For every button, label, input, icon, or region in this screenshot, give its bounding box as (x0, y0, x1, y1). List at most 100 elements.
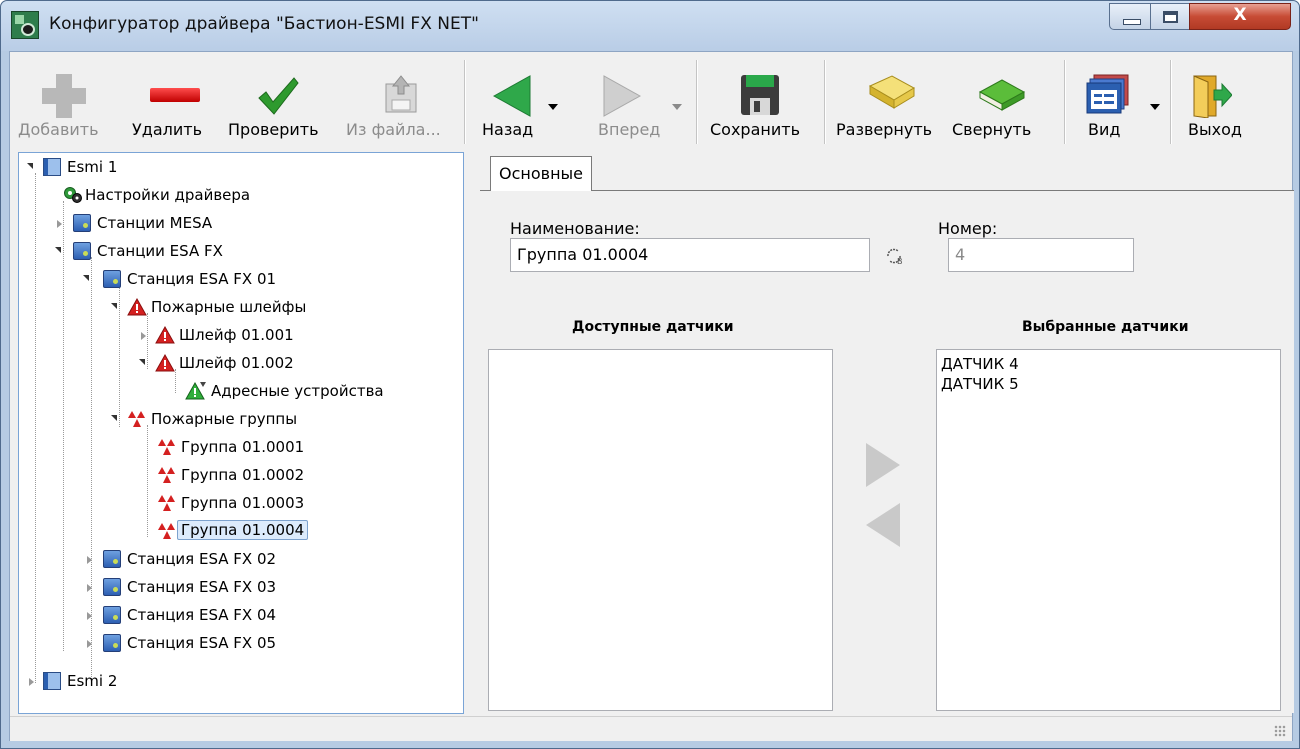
delete-button[interactable]: Удалить (128, 52, 224, 150)
name-input[interactable]: Группа 01.0004 (510, 238, 870, 272)
tree-node-label: Группа 01.0003 (181, 494, 305, 512)
name-label: Наименование: (510, 219, 640, 238)
tree-line (147, 425, 148, 537)
toolbar-separator (1064, 60, 1066, 144)
expand-label: Развернуть (836, 120, 933, 139)
collapse-button[interactable]: Свернуть (952, 52, 1054, 150)
toolbar-separator (824, 60, 826, 144)
green-warning-icon (185, 381, 206, 400)
tree-node-label: Настройки драйвера (85, 186, 251, 204)
resize-grip-icon[interactable] (1274, 725, 1286, 737)
expand-arrow-icon[interactable] (87, 612, 92, 620)
number-label: Номер: (938, 219, 998, 238)
tree-node-label: Станция ESA FX 03 (127, 578, 277, 596)
list-item[interactable]: ДАТЧИК 4 (941, 354, 1276, 374)
move-right-arrow-icon[interactable] (866, 443, 900, 487)
collapse-arrow-icon[interactable] (111, 303, 117, 309)
view-label: Вид (1088, 120, 1121, 139)
tree-node-label: Шлейф 01.001 (179, 326, 294, 344)
selected-sensors-header: Выбранные датчики (1022, 319, 1189, 335)
group-warning-icon (157, 438, 175, 456)
app-icon[interactable] (11, 11, 39, 39)
back-dropdown-icon[interactable] (548, 104, 558, 110)
view-dropdown-icon[interactable] (1150, 104, 1160, 110)
expand-arrow-icon[interactable] (141, 332, 146, 340)
collapse-arrow-icon[interactable] (111, 415, 117, 421)
tree-line (147, 313, 148, 369)
station-icon (73, 242, 91, 260)
open-book-icon (868, 74, 916, 114)
station-icon (103, 578, 121, 596)
add-button[interactable]: Добавить (18, 52, 114, 150)
station-icon (103, 634, 121, 652)
expand-button[interactable]: Развернуть (836, 52, 944, 150)
from-file-label: Из файла... (346, 120, 441, 139)
expand-arrow-icon[interactable] (87, 584, 92, 592)
group-warning-icon (157, 466, 175, 484)
check-button[interactable]: Проверить (228, 52, 334, 150)
collapse-arrow-icon[interactable] (55, 247, 61, 253)
close-icon: X (1233, 5, 1247, 25)
tree-node-label: Пожарные шлейфы (151, 298, 307, 316)
from-file-button[interactable]: Из файла... (346, 52, 456, 150)
save-button[interactable]: Сохранить (704, 52, 816, 150)
station-icon (103, 270, 121, 288)
gears-icon (63, 186, 82, 204)
toolbar: Добавить Удалить Проверить Из файла... Н… (10, 52, 1292, 150)
tree-node-label: Станция ESA FX 05 (127, 634, 277, 652)
available-sensors-header: Доступные датчики (572, 319, 734, 335)
client-area: Добавить Удалить Проверить Из файла... Н… (9, 51, 1294, 741)
minus-icon (150, 88, 200, 102)
tree-node-label: Станция ESA FX 01 (127, 270, 277, 288)
tree-line (35, 173, 36, 683)
minimize-icon (1123, 19, 1141, 25)
device-book-icon (43, 672, 61, 690)
minimize-button[interactable] (1109, 3, 1151, 30)
device-tree[interactable]: Esmi 1 Настройки драйвера Станции MESA С… (18, 152, 464, 714)
forward-dropdown-icon[interactable] (672, 104, 682, 110)
tab-main[interactable]: Основные (490, 156, 593, 191)
maximize-button[interactable] (1150, 3, 1190, 30)
station-icon (103, 550, 121, 568)
tree-node-label: Группа 01.0004 (177, 520, 309, 540)
exit-button[interactable]: Выход (1180, 52, 1264, 150)
expand-arrow-icon[interactable] (87, 640, 92, 648)
tree-node-label: Esmi 1 (67, 158, 118, 176)
window-title: Конфигуратор драйвера "Бастион-ESMI FX N… (49, 14, 479, 34)
group-warning-icon (127, 410, 145, 428)
expand-arrow-icon[interactable] (29, 678, 34, 686)
collapse-arrow-icon[interactable] (83, 275, 89, 281)
group-warning-icon (157, 494, 175, 512)
rename-refresh-icon[interactable]: B (884, 247, 906, 269)
tree-node-label: Пожарные группы (151, 410, 298, 428)
expand-arrow-icon[interactable] (57, 220, 62, 228)
collapse-arrow-icon[interactable] (27, 163, 33, 169)
properties-panel: Основные Наименование: Группа 01.0004 B … (480, 152, 1300, 714)
list-item[interactable]: ДАТЧИК 5 (941, 374, 1276, 394)
forward-button[interactable]: Вперед (584, 52, 684, 150)
title-bar[interactable]: Конфигуратор драйвера "Бастион-ESMI FX N… (1, 1, 1299, 51)
tree-node-label: Станция ESA FX 04 (127, 606, 277, 624)
device-book-icon (43, 158, 61, 176)
view-button[interactable]: Вид (1078, 52, 1168, 150)
tree-node-label: Станции MESA (97, 214, 213, 232)
tree-node-label: Адресные устройства (211, 382, 384, 400)
available-sensors-list[interactable] (488, 349, 833, 711)
toolbar-separator (1170, 60, 1172, 144)
tree-line (119, 285, 120, 427)
selected-sensors-list[interactable]: ДАТЧИК 4 ДАТЧИК 5 (936, 349, 1281, 711)
checkmark-icon (256, 74, 300, 118)
exit-label: Выход (1188, 120, 1242, 139)
plus-icon (42, 74, 86, 118)
back-button[interactable]: Назад (476, 52, 568, 150)
move-left-arrow-icon[interactable] (866, 503, 900, 547)
back-label: Назад (482, 120, 534, 139)
tree-node-label: Группа 01.0001 (181, 438, 305, 456)
number-input[interactable]: 4 (948, 238, 1134, 272)
collapse-arrow-icon[interactable] (139, 359, 145, 365)
save-label: Сохранить (710, 120, 800, 139)
close-button[interactable]: X (1189, 3, 1291, 30)
expand-arrow-icon[interactable] (87, 556, 92, 564)
back-arrow-icon (492, 74, 532, 118)
warning-triangle-icon (127, 297, 147, 316)
